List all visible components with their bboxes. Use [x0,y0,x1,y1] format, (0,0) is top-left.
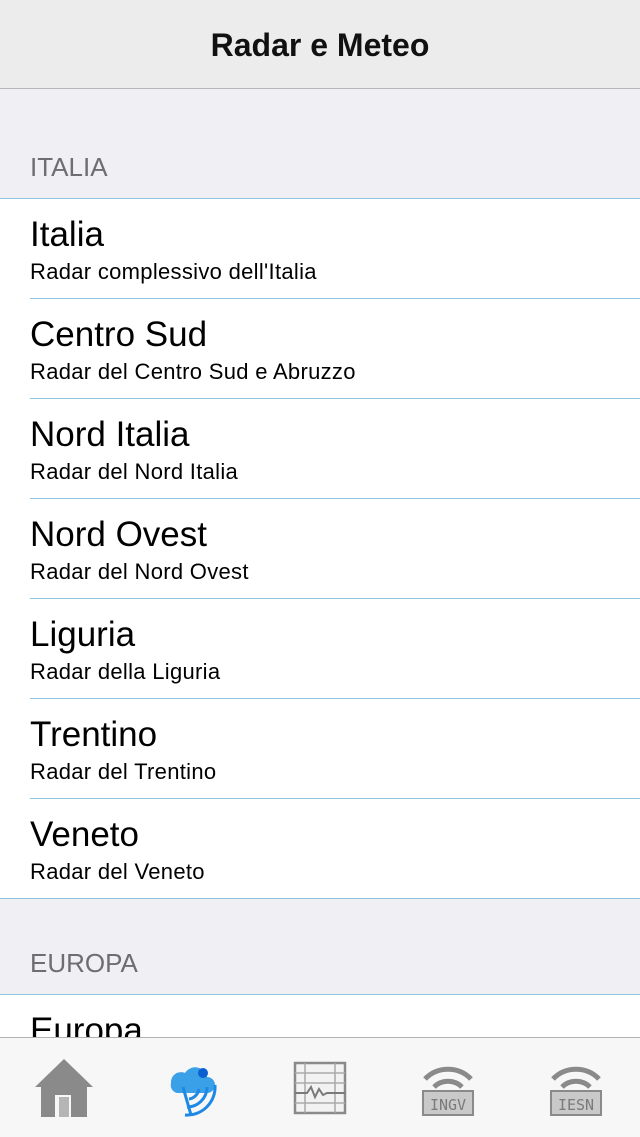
tab-home[interactable] [0,1038,128,1137]
seismograph-icon [293,1061,347,1114]
section-list-europa: Europa [0,994,640,1037]
list-item-nord-italia[interactable]: Nord Italia Radar del Nord Italia [30,399,640,499]
item-title: Nord Italia [30,415,190,454]
tab-seismograph[interactable] [256,1038,384,1137]
list-item-centro-sud[interactable]: Centro Sud Radar del Centro Sud e Abruzz… [30,299,640,399]
item-subtitle: Radar del Nord Italia [30,459,239,484]
item-subtitle: Radar del Nord Ovest [30,559,249,584]
tab-ingv[interactable]: INGV [384,1038,512,1137]
item-subtitle: Radar del Veneto [30,859,205,884]
section-header-europa: EUROPA [0,899,640,994]
item-title: Trentino [30,715,158,754]
item-title: Centro Sud [30,315,208,354]
ingv-label: INGV [430,1096,466,1114]
radar-icon [170,1066,217,1117]
section-header-label: EUROPA [30,948,138,978]
list-item-italia[interactable]: Italia Radar complessivo dell'Italia [30,199,640,299]
page-title: Radar e Meteo [210,26,430,63]
list-item-veneto[interactable]: Veneto Radar del Veneto [30,799,640,898]
item-title: Nord Ovest [30,515,207,554]
list-item-liguria[interactable]: Liguria Radar della Liguria [30,599,640,699]
item-subtitle: Radar del Trentino [30,759,217,784]
ingv-icon: INGV [422,1066,474,1116]
iesn-label: IESN [558,1096,594,1114]
item-title: Europa [30,1011,143,1037]
section-header-italia: ITALIA [0,89,640,198]
list-item-europa[interactable]: Europa [30,995,640,1037]
radar-list[interactable]: ITALIA Italia Radar complessivo dell'Ita… [0,89,640,1037]
tab-radar[interactable] [128,1038,256,1137]
section-list-italia: Italia Radar complessivo dell'Italia Cen… [0,198,640,899]
item-subtitle: Radar della Liguria [30,659,221,684]
iesn-icon: IESN [550,1066,602,1116]
item-subtitle: Radar del Centro Sud e Abruzzo [30,359,356,384]
section-header-label: ITALIA [30,152,108,182]
item-title: Italia [30,215,104,254]
list-item-trentino[interactable]: Trentino Radar del Trentino [30,699,640,799]
navigation-bar: Radar e Meteo [0,0,640,89]
item-subtitle: Radar complessivo dell'Italia [30,259,317,284]
tab-iesn[interactable]: IESN [512,1038,640,1137]
home-icon [35,1058,93,1117]
list-item-nord-ovest[interactable]: Nord Ovest Radar del Nord Ovest [30,499,640,599]
item-title: Veneto [30,815,139,854]
tab-bar: INGV IESN [0,1037,640,1137]
item-title: Liguria [30,615,136,654]
